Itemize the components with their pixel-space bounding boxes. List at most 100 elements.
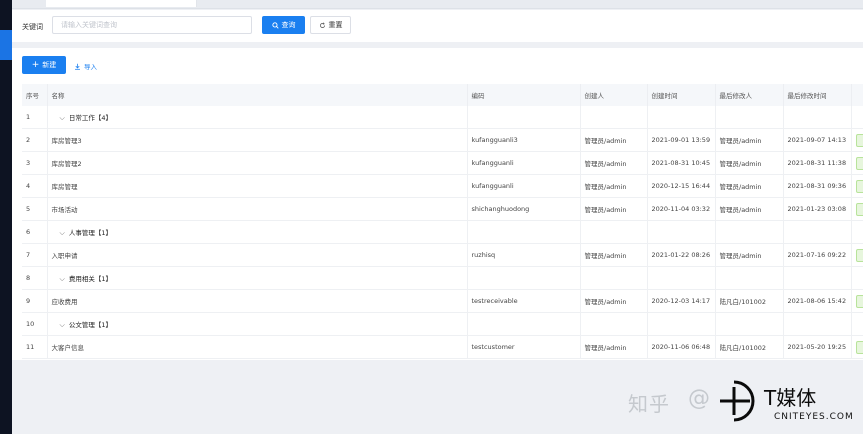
row-creator xyxy=(580,106,648,129)
import-button[interactable]: 导入 xyxy=(74,61,97,71)
row-status xyxy=(851,151,863,175)
row-modified-time: 2021-09-07 14:13 xyxy=(783,128,852,152)
table-row[interactable]: 5 市场活动 shichanghuodong 管理员/admin 2020-11-04 … xyxy=(22,197,863,221)
group-row[interactable]: 6 ⌵ 人事管理【1】 xyxy=(22,220,863,244)
row-created-time xyxy=(647,106,716,129)
row-creator: 管理员/admin xyxy=(580,174,648,198)
row-modifier xyxy=(715,312,784,336)
keyword-label: 关键词 xyxy=(22,23,43,31)
row-status xyxy=(851,220,863,244)
status-badge xyxy=(855,156,862,170)
query-button[interactable]: 查询 xyxy=(262,16,305,34)
row-index: 7 xyxy=(22,243,48,267)
row-modifier: 陆凡白/101002 xyxy=(715,289,784,313)
row-code xyxy=(467,312,581,336)
row-modified-time: 2021-08-31 09:36 xyxy=(783,174,852,198)
col-creator: 创建人 xyxy=(580,84,648,106)
row-created-time: 2021-09-01 13:59 xyxy=(647,128,716,152)
watermark: 知乎 @ T媒体 CNITEYES.COM xyxy=(624,376,859,426)
row-name[interactable]: 入职申请 xyxy=(47,243,468,267)
status-badge xyxy=(855,294,862,308)
row-creator: 管理员/admin xyxy=(580,151,648,175)
row-code: shichanghuodong xyxy=(467,197,581,221)
status-badge xyxy=(855,202,862,216)
row-code xyxy=(467,106,581,129)
add-button[interactable]: + 新建 xyxy=(22,56,66,74)
row-index: 8 xyxy=(22,266,48,290)
row-creator: 管理员/admin xyxy=(580,243,648,267)
table-row[interactable]: 3 库房管理2 kufangguanli 管理员/admin 2021-08-31 10… xyxy=(22,151,863,175)
row-index: 3 xyxy=(22,151,48,175)
row-name[interactable]: 库房管理3 xyxy=(47,128,468,152)
row-code xyxy=(467,220,581,244)
row-creator: 管理员/admin xyxy=(580,128,648,152)
row-index: 9 xyxy=(22,289,48,313)
group-row[interactable]: 1 ⌵ 日常工作【4】 xyxy=(22,106,863,129)
data-table: 序号 名称 编码 创建人 创建时间 最后修改人 最后修改时间 1 ⌵ 日常工作【4】… xyxy=(22,84,863,359)
add-label: 新建 xyxy=(42,61,57,69)
query-label: 查询 xyxy=(281,21,296,29)
row-code: kufangguanli3 xyxy=(467,128,581,152)
row-status xyxy=(851,312,863,336)
row-status xyxy=(851,197,863,221)
table-row[interactable]: 4 库房管理 kufangguanli 管理员/admin 2020-12-15 16:… xyxy=(22,174,863,198)
row-modified-time: 2021-01-23 03:08 xyxy=(783,197,852,221)
chevron-down-icon[interactable]: ⌵ xyxy=(60,321,65,330)
row-name[interactable]: 市场活动 xyxy=(47,197,468,221)
table-row[interactable]: 7 入职申请 ruzhisq 管理员/admin 2021-01-22 08:26 管理员… xyxy=(22,243,863,267)
group-name-cell: ⌵ 人事管理【1】 xyxy=(47,220,468,244)
row-created-time: 2020-11-06 06:48 xyxy=(647,335,716,359)
col-name: 名称 xyxy=(47,84,468,106)
sidebar-edge xyxy=(0,0,12,434)
row-name[interactable]: 库房管理 xyxy=(47,174,468,198)
row-created-time xyxy=(647,312,716,336)
row-code xyxy=(467,266,581,290)
chevron-down-icon[interactable]: ⌵ xyxy=(60,275,65,284)
import-icon xyxy=(75,63,80,70)
status-badge xyxy=(855,133,862,147)
row-status xyxy=(851,266,863,290)
reset-button[interactable]: 重置 xyxy=(310,16,351,34)
keyword-input[interactable] xyxy=(52,16,252,34)
row-index: 2 xyxy=(22,128,48,152)
list-panel: + 新建 导入 序号 名称 编码 创建人 创建时间 最后修改人 最后修改时间 1… xyxy=(12,48,863,360)
tab-bar xyxy=(12,0,863,9)
row-modifier: 管理员/admin xyxy=(715,151,784,175)
row-creator: 管理员/admin xyxy=(580,335,648,359)
row-modified-time: 2021-07-16 09:22 xyxy=(783,243,852,267)
table-row[interactable]: 11 大客户信息 testcustomer 管理员/admin 2020-11-06 0… xyxy=(22,335,863,359)
watermark-at: @ xyxy=(688,386,710,411)
group-name-cell: ⌵ 费用相关【1】 xyxy=(47,266,468,290)
row-modifier: 管理员/admin xyxy=(715,128,784,152)
status-badge xyxy=(855,248,862,262)
row-code: testcustomer xyxy=(467,335,581,359)
row-index: 1 xyxy=(22,106,48,129)
row-status xyxy=(851,128,863,152)
row-index: 10 xyxy=(22,312,48,336)
watermark-zhihu: 知乎 xyxy=(628,392,670,416)
brand-logo-icon xyxy=(720,380,755,422)
row-code: kufangguanli xyxy=(467,151,581,175)
row-created-time: 2020-12-15 16:44 xyxy=(647,174,716,198)
col-created-time: 创建时间 xyxy=(647,84,716,106)
chevron-down-icon[interactable]: ⌵ xyxy=(60,229,65,238)
row-modifier xyxy=(715,106,784,129)
status-badge xyxy=(855,340,862,354)
row-created-time xyxy=(647,266,716,290)
refresh-icon xyxy=(319,21,325,28)
row-modified-time xyxy=(783,312,852,336)
group-row[interactable]: 10 ⌵ 公文管理【1】 xyxy=(22,312,863,336)
row-name[interactable]: 库房管理2 xyxy=(47,151,468,175)
row-name[interactable]: 大客户信息 xyxy=(47,335,468,359)
row-creator: 管理员/admin xyxy=(580,197,648,221)
table-row[interactable]: 2 库房管理3 kufangguanli3 管理员/admin 2021-09-01 1… xyxy=(22,128,863,152)
tab-current[interactable] xyxy=(46,0,197,7)
table-header: 序号 名称 编码 创建人 创建时间 最后修改人 最后修改时间 xyxy=(22,84,863,106)
chevron-down-icon[interactable]: ⌵ xyxy=(60,114,65,123)
watermark-site: CNITEYES.COM xyxy=(774,412,854,422)
table-row[interactable]: 9 应收费用 testreceivable 管理员/admin 2020-12-03 1… xyxy=(22,289,863,313)
row-status xyxy=(851,335,863,359)
group-row[interactable]: 8 ⌵ 费用相关【1】 xyxy=(22,266,863,290)
row-name[interactable]: 应收费用 xyxy=(47,289,468,313)
search-panel: 关键词 查询 重置 xyxy=(12,10,863,42)
